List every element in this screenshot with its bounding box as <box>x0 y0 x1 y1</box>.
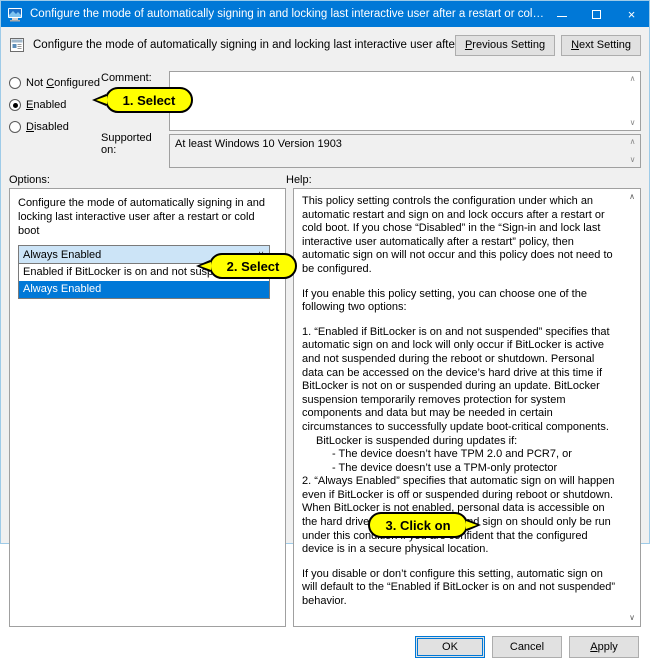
callout-step-3: 3. Click on <box>368 512 481 538</box>
close-icon: × <box>627 6 636 22</box>
radio-enabled[interactable]: Enabled <box>9 94 101 116</box>
comment-scrollbar[interactable]: ∧ ∨ <box>626 73 639 129</box>
supported-on-scrollbar[interactable]: ∧ ∨ <box>626 136 639 166</box>
setting-title: Configure the mode of automatically sign… <box>33 39 455 51</box>
comment-label: Comment: <box>101 72 152 84</box>
help-paragraph-1: This policy setting controls the configu… <box>302 195 613 275</box>
supported-on-scroll-up-icon[interactable]: ∧ <box>630 138 636 146</box>
ok-button[interactable]: OK <box>415 635 485 658</box>
callout-step-2-pointer <box>196 260 211 272</box>
policy-setting-icon <box>7 6 23 22</box>
comment-scroll-down-icon[interactable]: ∨ <box>630 119 636 127</box>
dialog-footer: OK Cancel Apply <box>1 627 649 667</box>
state-and-metadata-section: Not Configured Enabled Disabled Comment:… <box>1 63 649 169</box>
supported-on-field: At least Windows 10 Version 1903 ∧ ∨ <box>169 134 641 168</box>
callout-step-3-pointer <box>466 519 481 531</box>
supported-on-row: Supported on: At least Windows 10 Versio… <box>101 131 641 168</box>
option-description: Configure the mode of automatically sign… <box>18 197 266 237</box>
cancel-button[interactable]: Cancel <box>492 635 562 658</box>
window-controls: × <box>544 1 649 27</box>
maximize-button[interactable] <box>579 1 614 27</box>
help-scrollbar[interactable]: ∧ ∨ <box>625 190 639 625</box>
radio-not-configured-indicator <box>9 77 21 89</box>
help-text: This policy setting controls the configu… <box>302 195 632 609</box>
options-label: Options: <box>9 174 50 186</box>
radio-not-configured-label: Not Configured <box>26 77 101 89</box>
radio-not-configured[interactable]: Not Configured <box>9 72 101 94</box>
radio-disabled[interactable]: Disabled <box>9 116 101 138</box>
callout-step-2: 2. Select <box>196 253 297 279</box>
help-paragraph-2: If you enable this policy setting, you c… <box>302 287 587 314</box>
title-bar: Configure the mode of automatically sign… <box>1 1 649 27</box>
close-button[interactable]: × <box>614 1 649 27</box>
help-paragraph-5: If you disable or don’t configure this s… <box>302 567 616 608</box>
supported-on-scroll-down-icon[interactable]: ∨ <box>630 156 636 164</box>
combobox-option-always-enabled[interactable]: Always Enabled <box>19 281 269 298</box>
callout-step-2-label: 2. Select <box>226 258 280 274</box>
help-bullet-2: - The device doesn’t use a TPM-only prot… <box>332 461 558 474</box>
supported-on-label: Supported on: <box>101 132 152 156</box>
help-scroll-down-icon[interactable]: ∨ <box>629 613 635 622</box>
radio-disabled-indicator <box>9 121 21 133</box>
callout-step-1: 1. Select <box>92 87 193 113</box>
help-label: Help: <box>286 174 312 186</box>
supported-on-value: At least Windows 10 Version 1903 <box>175 138 342 150</box>
radio-disabled-label: Disabled <box>26 121 69 133</box>
panels-container: Configure the mode of automatically sign… <box>1 186 649 627</box>
radio-enabled-indicator <box>9 99 21 111</box>
callout-step-1-label: 1. Select <box>122 92 176 108</box>
help-scroll-up-icon[interactable]: ∧ <box>629 193 635 201</box>
comment-input[interactable]: ∧ ∨ <box>169 71 641 131</box>
radio-enabled-label: Enabled <box>26 99 67 111</box>
previous-setting-button[interactable]: Previous Setting <box>454 34 556 56</box>
panel-labels: Options: Help: <box>1 169 649 186</box>
help-paragraph-3: 1. “Enabled if BitLocker is on and not s… <box>302 325 610 433</box>
window-title: Configure the mode of automatically sign… <box>30 8 544 20</box>
metadata-fields: Comment: ∧ ∨ Supported on: At least Wind… <box>101 67 641 169</box>
policy-state-radio-group: Not Configured Enabled Disabled <box>9 67 101 169</box>
comment-scroll-up-icon[interactable]: ∧ <box>630 75 636 83</box>
setting-navigation: Previous Setting Next Setting <box>454 34 641 56</box>
minimize-button[interactable] <box>544 1 579 27</box>
group-policy-setting-dialog: Configure the mode of automatically sign… <box>0 0 650 658</box>
minimize-icon <box>556 15 567 17</box>
apply-button[interactable]: Apply <box>569 635 639 658</box>
help-bullet-1: - The device doesn’t have TPM 2.0 and PC… <box>332 448 572 461</box>
callout-step-1-pointer <box>92 94 107 106</box>
next-setting-button[interactable]: Next Setting <box>561 34 641 56</box>
help-panel: This policy setting controls the configu… <box>293 188 641 627</box>
comment-value <box>170 72 640 78</box>
setting-header: Configure the mode of automatically sign… <box>1 27 649 63</box>
callout-step-3-label: 3. Click on <box>385 517 451 533</box>
help-sub-intro: BitLocker is suspended during updates if… <box>316 434 518 447</box>
policy-document-icon <box>9 37 25 53</box>
maximize-icon <box>592 9 601 19</box>
